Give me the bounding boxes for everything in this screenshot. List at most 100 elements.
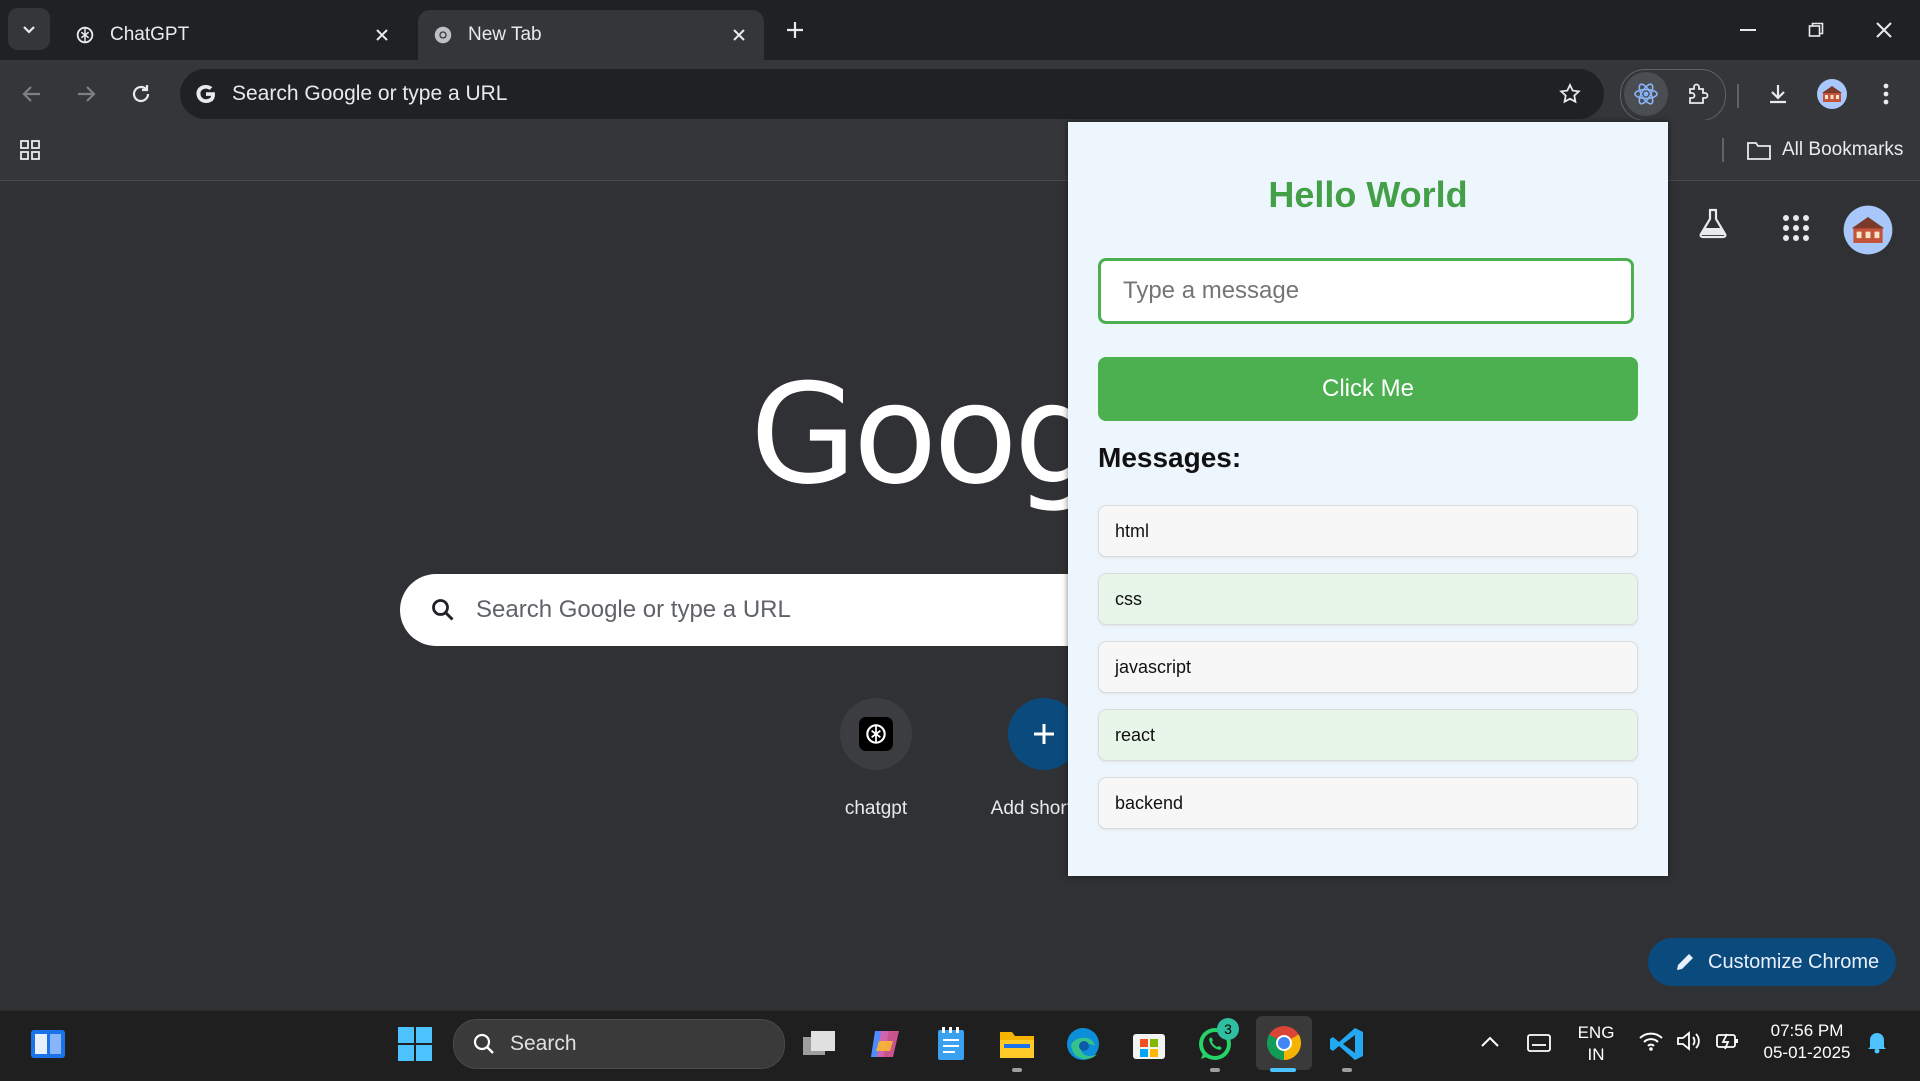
google-g-icon: [196, 84, 215, 104]
apps-grid-icon: [1783, 215, 1809, 241]
chrome-icon: [434, 26, 452, 44]
tab-new-tab[interactable]: New Tab: [418, 10, 764, 60]
edge-button[interactable]: [1059, 1020, 1107, 1068]
active-indicator: [1270, 1068, 1296, 1072]
close-icon: [1876, 22, 1892, 38]
vscode-button[interactable]: [1323, 1020, 1371, 1068]
address-bar[interactable]: Search Google or type a URL: [180, 69, 1604, 119]
task-view-button[interactable]: [795, 1020, 843, 1068]
close-tab-icon[interactable]: [724, 20, 754, 50]
close-tab-icon[interactable]: [367, 20, 397, 50]
pencil-icon: [1677, 954, 1693, 970]
arrow-left-icon: [22, 86, 40, 102]
volume-icon: [1677, 1031, 1700, 1051]
google-logo-text: Google: [750, 354, 1070, 515]
openai-icon: [866, 724, 886, 744]
file-explorer-button[interactable]: [993, 1020, 1041, 1068]
tab-search-button[interactable]: [8, 8, 50, 50]
wifi-icon: [1639, 1032, 1663, 1051]
plus-icon: [1034, 724, 1054, 744]
tab-chatgpt[interactable]: ChatGPT: [62, 10, 407, 60]
message-input[interactable]: [1098, 258, 1634, 324]
plus-icon: [787, 22, 803, 38]
minimize-button[interactable]: [1726, 8, 1770, 52]
folder-icon: [1747, 142, 1771, 160]
tab-title: ChatGPT: [110, 24, 190, 45]
puzzle-icon: [1689, 83, 1709, 104]
chevron-up-icon: [1481, 1036, 1499, 1047]
widgets-button[interactable]: [24, 1020, 72, 1068]
message-item: html: [1098, 505, 1638, 557]
language-indicator[interactable]: ENG IN: [1576, 1022, 1616, 1066]
google-apps-button[interactable]: [1782, 214, 1810, 247]
show-hidden-icons-button[interactable]: [1480, 1034, 1500, 1053]
running-indicator: [1210, 1068, 1220, 1072]
flask-icon: [1699, 208, 1727, 239]
tablet-mode-button[interactable]: [1526, 1032, 1552, 1059]
click-me-button[interactable]: Click Me: [1098, 357, 1638, 421]
reload-button[interactable]: [119, 72, 163, 116]
task-view-icon: [803, 1031, 835, 1055]
clock-date: 05-01-2025: [1763, 1043, 1851, 1062]
grid-icon: [20, 140, 40, 160]
back-button[interactable]: [10, 72, 54, 116]
account-avatar-button[interactable]: [1842, 204, 1894, 261]
close-window-button[interactable]: [1862, 8, 1906, 52]
all-bookmarks-button[interactable]: All Bookmarks: [1746, 130, 1903, 170]
message-item: css: [1098, 573, 1638, 625]
restore-button[interactable]: [1794, 8, 1838, 52]
edge-icon: [1067, 1028, 1099, 1060]
profile-button[interactable]: [1810, 72, 1854, 116]
clock-time: 07:56 PM: [1770, 1021, 1844, 1040]
bookmarks-divider: [1722, 138, 1724, 162]
store-icon: [1133, 1034, 1165, 1059]
battery-charging-icon: [1716, 1033, 1738, 1050]
react-extension-button[interactable]: [1624, 72, 1668, 116]
copilot-button[interactable]: [861, 1020, 909, 1068]
clock[interactable]: 07:56 PM 05-01-2025: [1752, 1020, 1862, 1064]
notification-badge: 3: [1217, 1018, 1239, 1040]
search-icon: [473, 1033, 494, 1054]
widgets-icon: [31, 1030, 65, 1058]
downloads-button[interactable]: [1756, 72, 1800, 116]
notepad-button[interactable]: [927, 1020, 975, 1068]
taskbar-search-label: Search: [510, 1032, 577, 1055]
reload-icon: [132, 85, 150, 103]
copilot-icon: [871, 1031, 899, 1057]
messages-heading: Messages:: [1098, 442, 1242, 473]
labs-button[interactable]: [1696, 206, 1730, 245]
taskbar-search[interactable]: Search: [453, 1019, 785, 1069]
all-bookmarks-label: All Bookmarks: [1782, 139, 1904, 160]
star-icon[interactable]: [1558, 82, 1582, 106]
quick-settings-button[interactable]: [1638, 1030, 1740, 1052]
message-item: react: [1098, 709, 1638, 761]
tab-title: New Tab: [468, 24, 542, 45]
arrow-right-icon: [78, 86, 96, 102]
ntp-search-placeholder: Search Google or type a URL: [476, 596, 791, 623]
keyboard-icon: [1527, 1034, 1551, 1052]
forward-button[interactable]: [64, 72, 108, 116]
new-tab-button[interactable]: [773, 8, 817, 52]
customize-chrome-button[interactable]: Customize Chrome: [1648, 938, 1896, 986]
language-code: ENG: [1577, 1023, 1615, 1042]
shortcut-chatgpt[interactable]: chatgpt: [806, 698, 946, 820]
notepad-icon: [938, 1027, 964, 1060]
shortcut-label: chatgpt: [844, 798, 908, 819]
notifications-button[interactable]: [1866, 1030, 1888, 1059]
bell-icon: [1868, 1033, 1886, 1054]
openai-icon: [76, 26, 94, 44]
toolbar-divider: [1737, 84, 1739, 108]
menu-button[interactable]: [1864, 72, 1908, 116]
apps-shortcut-button[interactable]: [8, 128, 52, 172]
message-item: javascript: [1098, 641, 1638, 693]
store-button[interactable]: [1125, 1020, 1173, 1068]
region-code: IN: [1587, 1045, 1605, 1064]
windows-icon: [398, 1027, 432, 1061]
avatar: [1843, 205, 1893, 255]
more-vertical-icon: [1883, 83, 1889, 105]
chrome-taskbar-button[interactable]: [1256, 1016, 1312, 1070]
start-button[interactable]: [391, 1020, 439, 1068]
customize-chrome-label: Customize Chrome: [1708, 950, 1880, 973]
extensions-button[interactable]: [1676, 72, 1720, 116]
message-item: backend: [1098, 777, 1638, 829]
